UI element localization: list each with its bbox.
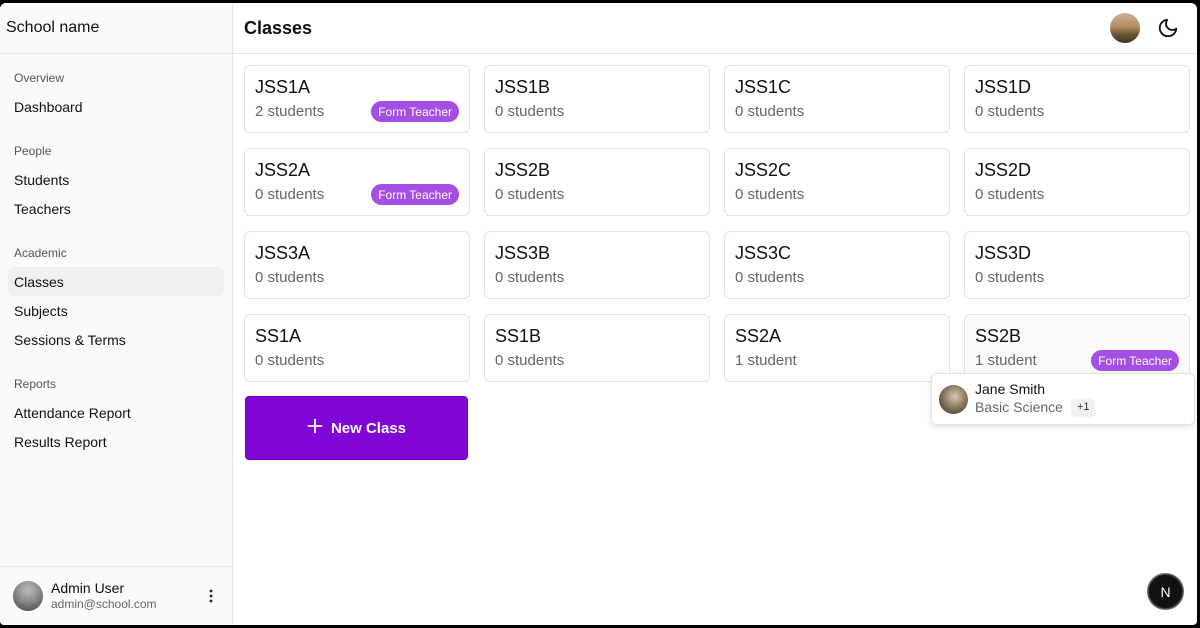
sidebar-nav: Overview Dashboard People Students Teachers A… [0,54,232,566]
sidebar: School name Overview Dashboard People Stude… [0,3,233,625]
student-count: 0 students [735,103,805,120]
class-name: JSS2B [495,160,551,180]
nav-group: Academic Classes Subjects Sessions & Terms [8,237,224,354]
student-count: 0 students [735,269,805,286]
nav-group-label: Reports [14,377,57,391]
sidebar-item-subjects[interactable]: Subjects [8,296,224,325]
class-name: SS2A [735,326,782,346]
class-name: SS1A [255,326,302,346]
class-name: JSS1D [975,77,1032,97]
topbar: Classes [233,3,1197,54]
nav-group: Reports Attendance Report Results Report [8,368,224,456]
student-count: 0 students [735,186,805,203]
moon-icon[interactable] [1150,10,1186,46]
class-card[interactable]: JSS2D 0 students [964,148,1190,216]
class-name: JSS1C [735,77,792,97]
school-name: School name [0,3,232,54]
sidebar-item-sessions-terms[interactable]: Sessions & Terms [8,325,224,354]
student-count: 0 students [975,103,1045,120]
teacher-avatar [939,384,968,414]
nav-group-label: People [14,144,52,158]
more-vertical-icon[interactable] [202,584,220,608]
new-class-label: New Class [330,419,407,437]
class-card[interactable]: JSS3A 0 students [244,231,470,299]
student-count: 0 students [495,352,565,369]
class-name: SS1B [495,326,542,346]
form-teacher-badge: Form Teacher [371,101,459,122]
class-name: JSS2A [255,160,311,180]
class-name: JSS3C [735,243,792,263]
class-card[interactable]: SS2B 1 student Form Teacher [964,314,1190,382]
form-teacher-badge: Form Teacher [371,184,459,205]
app-window: School name Overview Dashboard People Stude… [0,3,1197,625]
main-content: Classes JSS1A 2 students Form Teacher JSS1B… [233,3,1197,625]
class-card[interactable]: JSS1B 0 students [484,65,710,133]
header-avatar[interactable] [1110,13,1140,43]
sidebar-item-teachers[interactable]: Teachers [8,194,224,223]
class-name: JSS1A [255,77,311,97]
class-card[interactable]: JSS3B 0 students [484,231,710,299]
class-card[interactable]: JSS1A 2 students Form Teacher [244,65,470,133]
class-card[interactable]: JSS2C 0 students [724,148,950,216]
nav-group: People Students Teachers [8,135,224,223]
nav-group-label: Overview [14,71,65,85]
student-count: 1 student [735,352,797,369]
user-email: admin@school.com [51,597,157,612]
class-card[interactable]: JSS2B 0 students [484,148,710,216]
student-count: 0 students [255,352,325,369]
student-count: 0 students [495,186,565,203]
sidebar-item-results-report[interactable]: Results Report [8,427,224,456]
student-count: 0 students [495,269,565,286]
sidebar-item-students[interactable]: Students [8,165,224,194]
class-card[interactable]: JSS3D 0 students [964,231,1190,299]
sidebar-item-dashboard[interactable]: Dashboard [8,92,224,121]
extra-subjects-badge: +1 [1070,398,1096,417]
nav-group-label: Academic [14,246,67,260]
class-name: SS2B [975,326,1022,346]
student-count: 0 students [975,269,1045,286]
class-name: JSS2C [735,160,792,180]
class-card[interactable]: SS1A 0 students [244,314,470,382]
teacher-name: Jane Smith [975,381,1046,398]
student-count: 0 students [255,269,325,286]
user-name: Admin User [51,580,125,597]
class-grid: JSS1A 2 students Form Teacher JSS1B 0 studen… [244,65,1190,382]
class-card[interactable]: JSS1C 0 students [724,65,950,133]
teacher-subject: Basic Science [975,399,1063,415]
class-card[interactable]: JSS1D 0 students [964,65,1190,133]
form-teacher-badge: Form Teacher [1091,350,1179,371]
class-name: JSS3D [975,243,1032,263]
class-name: JSS2D [975,160,1032,180]
class-name: JSS3B [495,243,551,263]
class-card[interactable]: JSS2A 0 students Form Teacher [244,148,470,216]
class-card[interactable]: SS2A 1 student [724,314,950,382]
nav-group: Overview Dashboard [8,62,224,121]
new-class-button[interactable]: New Class [245,396,468,460]
sidebar-item-attendance-report[interactable]: Attendance Report [8,398,224,427]
class-name: JSS1B [495,77,551,97]
user-profile[interactable]: Admin User admin@school.com [0,566,232,625]
dev-tools-button[interactable]: N [1148,574,1183,609]
sidebar-item-classes[interactable]: Classes [8,267,224,296]
student-count: 0 students [975,186,1045,203]
plus-icon [307,416,323,438]
teacher-popover: Jane Smith Basic Science +1 [931,373,1195,425]
user-avatar [13,581,43,611]
class-card[interactable]: SS1B 0 students [484,314,710,382]
page-title: Classes [244,17,313,38]
student-count: 0 students [495,103,565,120]
class-name: JSS3A [255,243,311,263]
class-card[interactable]: JSS3C 0 students [724,231,950,299]
